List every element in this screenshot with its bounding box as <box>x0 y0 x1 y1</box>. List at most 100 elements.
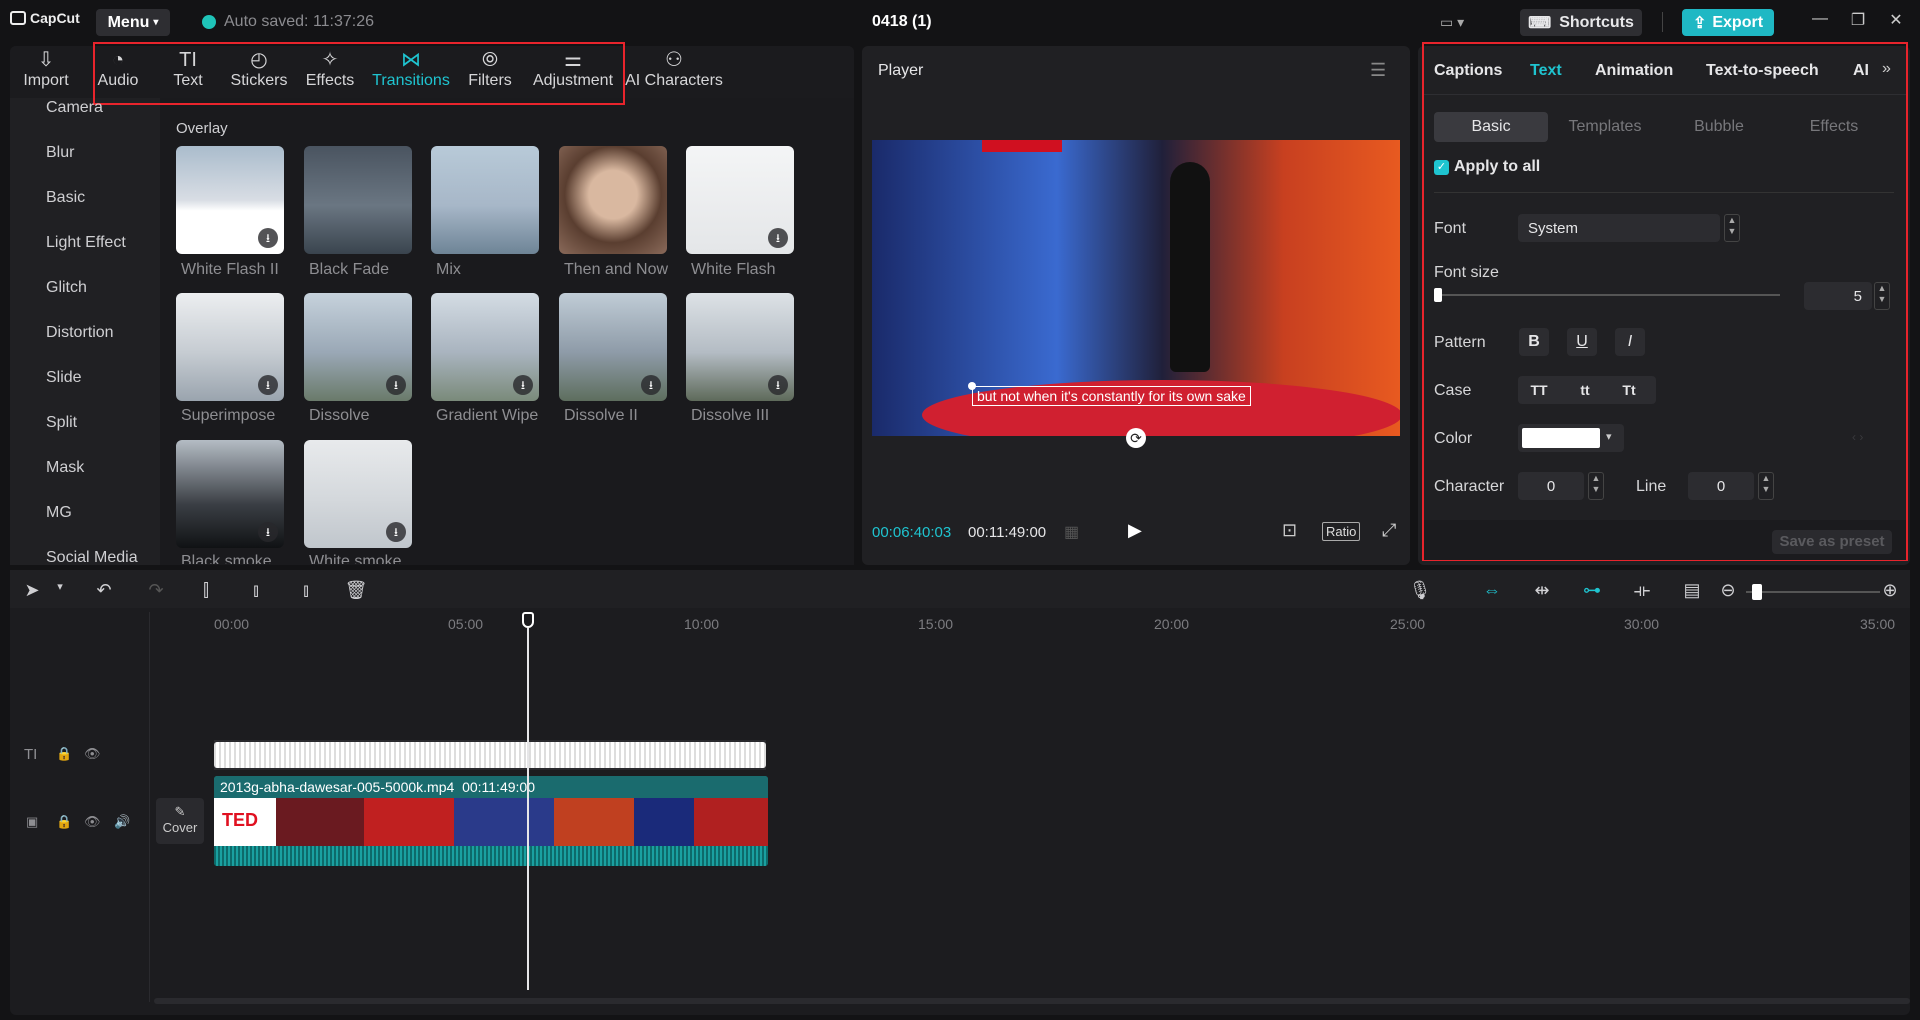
zoom-slider-thumb[interactable] <box>1752 584 1762 600</box>
transition-thumb[interactable]: ⭳ <box>304 293 412 401</box>
character-input[interactable]: 0 <box>1518 472 1584 500</box>
zoom-in-icon[interactable]: ⊕ <box>1878 580 1902 601</box>
underline-button[interactable]: U <box>1567 328 1597 356</box>
toolbar-ai-characters[interactable]: ⚇ AI Characters <box>624 48 724 98</box>
transition-thumb[interactable] <box>304 146 412 254</box>
export-button[interactable]: ⇪ Export <box>1682 9 1774 36</box>
auto-snap-icon[interactable]: ⇹ <box>1530 580 1554 601</box>
layout-icon[interactable]: ▭ ▾ <box>1440 14 1476 30</box>
subtab-bubble[interactable]: Bubble <box>1662 112 1776 142</box>
sidebar-item-split[interactable]: Split <box>46 414 77 432</box>
color-swatch[interactable] <box>1522 428 1600 448</box>
font-select[interactable]: System <box>1518 214 1720 242</box>
video-clip[interactable]: 2013g-abha-dawesar-005-5000k.mp4 00:11:4… <box>214 776 768 866</box>
sidebar-item-distortion[interactable]: Distortion <box>46 324 114 342</box>
download-icon[interactable]: ⭳ <box>768 375 788 395</box>
play-icon[interactable]: ▶ <box>1128 520 1142 541</box>
microphone-icon[interactable]: 🎙 <box>1408 580 1432 601</box>
transition-thumb[interactable] <box>559 146 667 254</box>
undo-icon[interactable]: ↶ <box>92 580 116 601</box>
download-icon[interactable]: ⭳ <box>386 375 406 395</box>
tab-ai[interactable]: AI <box>1853 62 1869 80</box>
font-size-input[interactable]: 5 <box>1804 282 1872 310</box>
chevron-down-icon[interactable]: ▾ <box>1606 430 1612 443</box>
trim-left-icon[interactable]: ⫾ <box>244 580 268 601</box>
apply-all-checkbox[interactable]: ✓ <box>1434 160 1449 175</box>
fullscreen-icon[interactable]: ⤢ <box>1382 520 1396 541</box>
subtab-effects[interactable]: Effects <box>1777 112 1891 142</box>
download-icon[interactable]: ⭳ <box>258 522 278 542</box>
eye-icon[interactable]: 👁 <box>84 814 101 830</box>
case-lower-button[interactable]: tt <box>1570 376 1600 404</box>
redo-icon[interactable]: ↷ <box>144 580 168 601</box>
transition-thumb[interactable]: ⭳ <box>559 293 667 401</box>
subtab-basic[interactable]: Basic <box>1434 112 1548 142</box>
menu-button[interactable]: Menu ▾ <box>96 9 170 36</box>
download-icon[interactable]: ⭳ <box>386 522 406 542</box>
sidebar-item-slide[interactable]: Slide <box>46 369 82 387</box>
sidebar-item-light-effect[interactable]: Light Effect <box>46 234 126 252</box>
split-icon[interactable]: ⫿ <box>194 580 218 601</box>
transition-thumb[interactable]: ⭳ <box>176 440 284 548</box>
video-preview[interactable]: but not when it's constantly for its own… <box>872 140 1400 436</box>
tab-text[interactable]: Text <box>1530 62 1562 80</box>
caption-handle[interactable] <box>968 382 976 390</box>
eye-icon[interactable]: 👁 <box>84 746 101 762</box>
tab-captions[interactable]: Captions <box>1434 62 1502 80</box>
caption-clip[interactable] <box>214 742 766 768</box>
lock-icon[interactable]: 🔒 <box>56 746 72 762</box>
ratio-button[interactable]: Ratio <box>1322 522 1361 541</box>
hamburger-icon[interactable]: ☰ <box>1370 60 1386 81</box>
tab-text-to-speech[interactable]: Text-to-speech <box>1706 62 1819 80</box>
cover-button[interactable]: ✎ Cover <box>156 798 204 844</box>
case-upper-button[interactable]: TT <box>1524 376 1554 404</box>
save-preset-button[interactable]: Save as preset <box>1772 530 1892 554</box>
main-track-magnet-icon[interactable]: ⇔ <box>1480 580 1504 601</box>
sidebar-item-camera[interactable]: Camera <box>46 99 103 117</box>
zoom-slider-track[interactable] <box>1746 591 1880 593</box>
transition-thumb[interactable]: ⭳ <box>686 146 794 254</box>
download-icon[interactable]: ⭳ <box>641 375 661 395</box>
chevron-down-icon[interactable]: ▾ <box>48 580 72 593</box>
line-input[interactable]: 0 <box>1688 472 1754 500</box>
italic-button[interactable]: I <box>1615 328 1645 356</box>
transition-thumb[interactable]: ⭳ <box>686 293 794 401</box>
caption-box[interactable]: but not when it's constantly for its own… <box>972 386 1251 406</box>
playhead-line[interactable] <box>527 628 529 990</box>
font-size-slider-thumb[interactable] <box>1434 288 1442 302</box>
toolbar-import[interactable]: ⇩ Import <box>11 48 81 98</box>
preview-axis-icon[interactable]: ⟛ <box>1630 580 1654 601</box>
font-stepper[interactable]: ▲ ▼ <box>1724 214 1740 242</box>
timecode-grid-icon[interactable]: ▦ <box>1064 522 1079 542</box>
zoom-out-icon[interactable]: ⊖ <box>1716 580 1740 601</box>
sidebar-item-mg[interactable]: MG <box>46 504 72 522</box>
bold-button[interactable]: B <box>1519 328 1549 356</box>
linkage-icon[interactable]: ⊶ <box>1580 580 1604 601</box>
sidebar-item-glitch[interactable]: Glitch <box>46 279 87 297</box>
sidebar-item-basic[interactable]: Basic <box>46 189 85 207</box>
restore-icon[interactable]: ❐ <box>1838 10 1878 34</box>
download-icon[interactable]: ⭳ <box>768 228 788 248</box>
line-stepper[interactable]: ▲ ▼ <box>1758 472 1774 500</box>
character-stepper[interactable]: ▲ ▼ <box>1588 472 1604 500</box>
rotate-icon[interactable]: ⟳ <box>1126 428 1146 448</box>
transition-thumb[interactable]: ⭳ <box>176 146 284 254</box>
sidebar-item-mask[interactable]: Mask <box>46 459 84 477</box>
select-tool-icon[interactable]: ➤ <box>20 580 44 601</box>
font-size-slider-track[interactable] <box>1434 294 1780 296</box>
double-chevron-right-icon[interactable]: » <box>1882 60 1891 78</box>
trim-right-icon[interactable]: ⫾ <box>294 580 318 601</box>
shortcuts-button[interactable]: ⌨ Shortcuts <box>1520 9 1642 36</box>
zoom-fit-icon[interactable]: ⊡ <box>1282 520 1297 541</box>
download-icon[interactable]: ⭳ <box>258 228 278 248</box>
download-icon[interactable]: ⭳ <box>513 375 533 395</box>
transition-thumb[interactable]: ⭳ <box>431 293 539 401</box>
transition-thumb[interactable] <box>431 146 539 254</box>
lock-icon[interactable]: 🔒 <box>56 814 72 830</box>
delete-icon[interactable]: 🗑 <box>344 580 368 601</box>
download-icon[interactable]: ⭳ <box>258 375 278 395</box>
font-size-stepper[interactable]: ▲ ▼ <box>1874 282 1890 310</box>
playhead-marker[interactable] <box>522 612 534 628</box>
close-icon[interactable]: ✕ <box>1876 10 1916 34</box>
timeline-scrollbar[interactable] <box>154 998 1910 1004</box>
